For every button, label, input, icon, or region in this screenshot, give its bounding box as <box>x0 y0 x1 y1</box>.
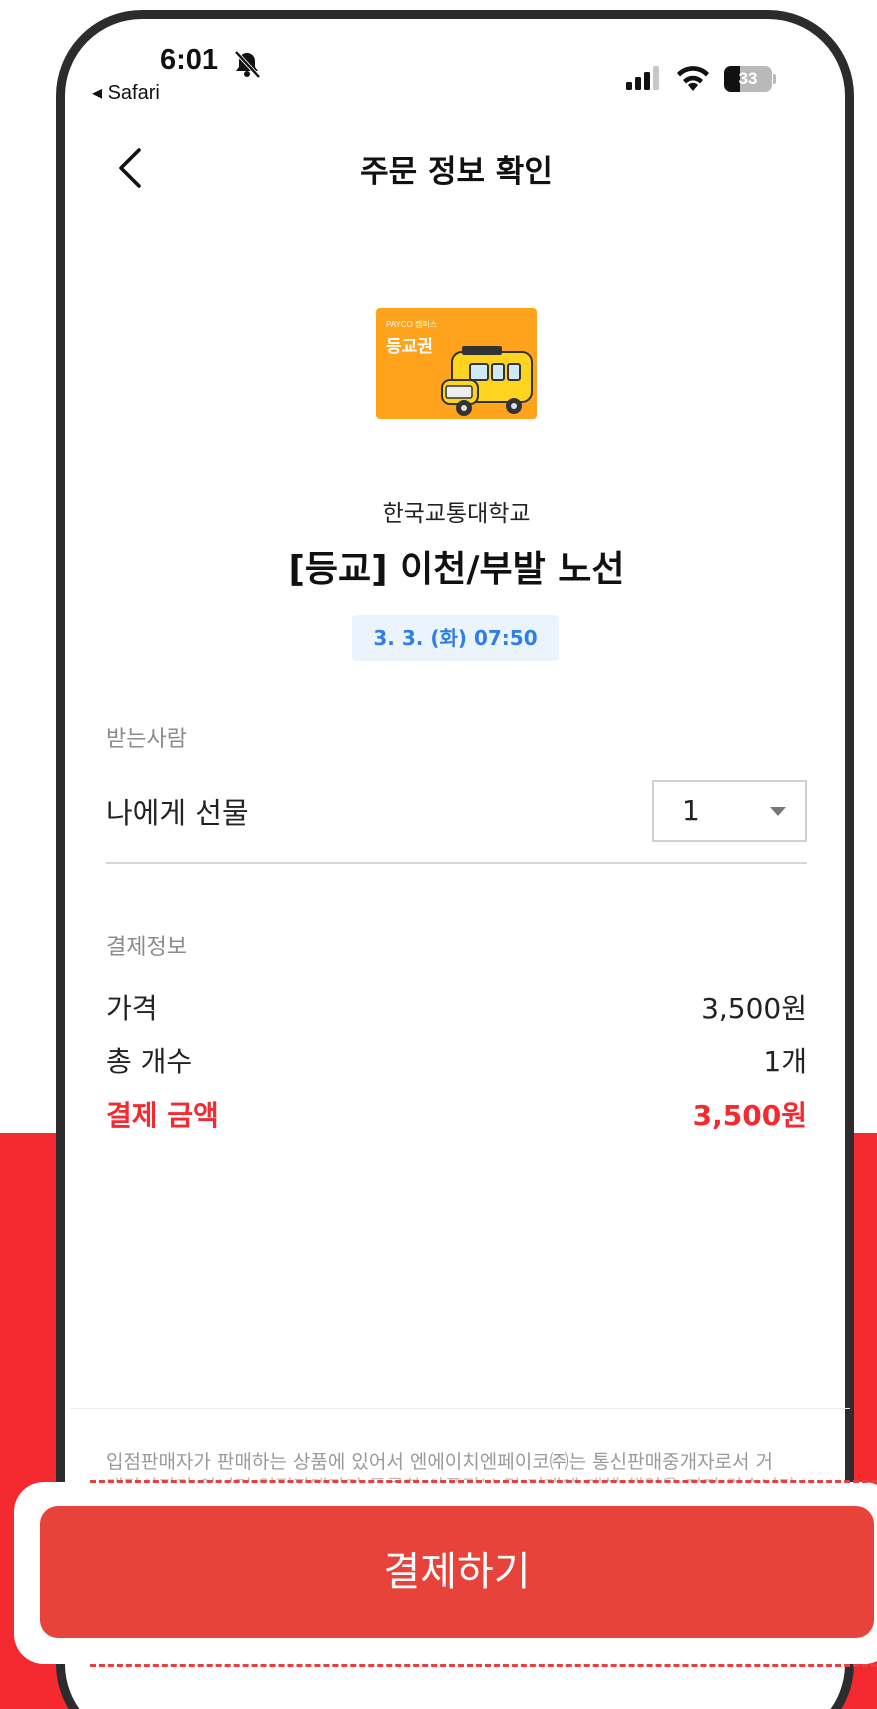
legal-notice: 입점판매자가 판매하는 상품에 있어서 엔에이치엔페이코㈜는 통신판매중개자로서… <box>106 1451 774 1473</box>
quantity-select[interactable]: 1 <box>652 780 807 842</box>
recipient-section-label: 받는사람 <box>106 727 187 752</box>
price-label: 가격 <box>106 992 158 1025</box>
highlight-dash-bottom <box>90 1664 877 1667</box>
status-time: 6:01 <box>160 44 219 76</box>
product-thumbnail: PAYCO 캠퍼스 등교권 <box>376 308 537 419</box>
bell-slash-icon <box>234 50 261 79</box>
highlight-dash-top <box>90 1480 877 1483</box>
page-title: 주문 정보 확인 <box>360 154 553 190</box>
total-label: 결제 금액 <box>106 1099 219 1132</box>
count-row: 총 개수 1개 <box>106 1040 807 1080</box>
pay-button[interactable]: 결제하기 <box>40 1506 874 1638</box>
payment-section-label: 결제정보 <box>106 935 187 960</box>
quantity-value: 1 <box>682 794 700 827</box>
screen: 6:01 ◂ Safari 33 주문 정보 확인 PAYCO 캠퍼스 등교권 <box>0 0 877 1709</box>
product-brand: PAYCO 캠퍼스 <box>386 320 438 329</box>
divider <box>106 862 807 864</box>
datetime-badge: 3. 3. (화) 07:50 <box>352 615 559 661</box>
school-name: 한국교통대학교 <box>382 501 531 527</box>
battery-percent: 33 <box>738 69 758 88</box>
route-title: [등교] 이천/부발 노선 <box>288 549 625 590</box>
total-row: 결제 금액 3,500원 <box>106 1094 807 1134</box>
total-value: 3,500원 <box>692 1099 807 1132</box>
caret-down-icon <box>770 807 786 816</box>
product-card-title: 등교권 <box>386 337 433 357</box>
back-to-safari-link[interactable]: ◂ Safari <box>92 80 160 105</box>
cellular-signal-icon <box>626 66 659 90</box>
battery-indicator: 33 <box>724 66 776 92</box>
price-value: 3,500원 <box>701 992 807 1025</box>
count-label: 총 개수 <box>106 1045 193 1078</box>
wifi-icon <box>677 66 709 91</box>
price-row: 가격 3,500원 <box>106 987 807 1027</box>
school-bus-icon <box>441 346 533 416</box>
count-value: 1개 <box>763 1045 807 1078</box>
footer-divider <box>70 1408 850 1409</box>
recipient-name: 나에게 선물 <box>106 796 249 830</box>
